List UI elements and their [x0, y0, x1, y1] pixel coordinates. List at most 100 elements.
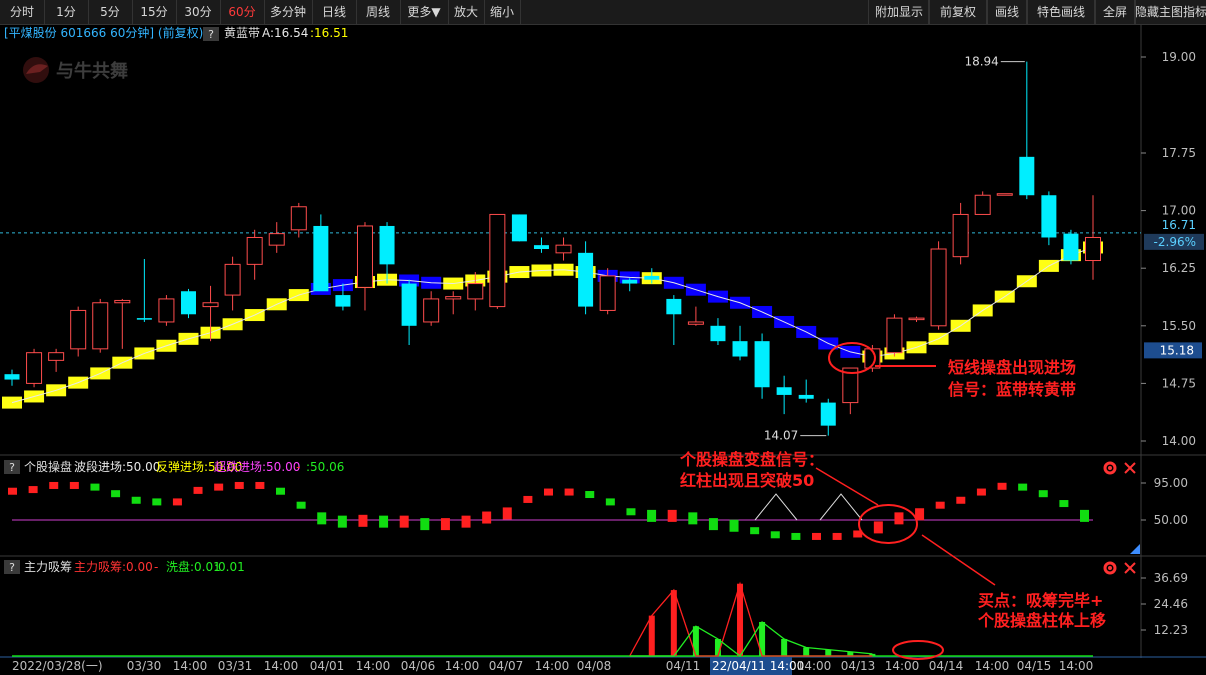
candle-body	[335, 295, 351, 307]
stock-title: [平煤股份 601666 60分钟] (前复权)	[4, 25, 203, 40]
osc-bar	[997, 482, 1007, 490]
osc-param-0: 波段进场:50.00	[74, 459, 160, 474]
osc-bar	[544, 488, 553, 496]
osc-bar	[399, 515, 409, 528]
vol-red-bar	[648, 615, 655, 656]
osc-bar	[894, 512, 904, 525]
osc-bar	[214, 483, 224, 491]
osc-bar	[832, 532, 842, 540]
osc-gear-icon-hub	[1108, 466, 1112, 470]
osc-bar	[1059, 500, 1069, 508]
change-pct-label: -2.96%	[1154, 235, 1196, 249]
vol-title: 主力吸筹	[24, 560, 72, 574]
candle-body	[511, 214, 527, 242]
osc-note-line2: 红柱出现且突破50	[680, 471, 814, 490]
candle-body	[666, 298, 682, 315]
osc-bar	[69, 481, 79, 489]
candle-body	[599, 275, 616, 311]
vol-red-bar	[737, 583, 744, 656]
osc-bar	[502, 507, 512, 520]
candle-body	[908, 317, 925, 321]
vol-param-2: 洗盘:0.01	[166, 559, 221, 574]
vol-green-bar	[781, 638, 788, 656]
candle-body	[776, 387, 792, 395]
price-tick-label-0: 19.00	[1162, 50, 1196, 64]
osc-bar	[708, 518, 718, 531]
candle-body	[622, 279, 638, 284]
osc-bar	[296, 501, 306, 509]
candle-body	[246, 236, 263, 265]
osc-bar	[873, 521, 883, 534]
osc-bar	[358, 514, 368, 527]
time-label-12: 04/11	[666, 659, 701, 673]
osc-title: 个股操盘	[24, 459, 72, 474]
osc-bar	[770, 531, 780, 539]
indicator-b-value: :16.51	[310, 26, 348, 40]
candle-body	[1019, 156, 1035, 196]
osc-bar	[440, 518, 450, 531]
current-price-label: 16.71	[1162, 218, 1196, 232]
candle-body	[4, 374, 20, 380]
osc-bar	[976, 488, 986, 496]
candle-body	[180, 291, 196, 315]
time-label-6: 14:00	[356, 659, 391, 673]
candle-body	[467, 283, 484, 300]
vol-axis-1: 24.46	[1154, 597, 1188, 611]
osc-bar	[956, 496, 966, 504]
price-tick-label-2: 17.00	[1162, 204, 1196, 218]
vol-axis-0: 36.69	[1154, 571, 1188, 585]
osc-bar	[791, 532, 801, 540]
osc-bar	[420, 518, 430, 531]
osc-bar	[193, 486, 203, 494]
time-label-1: 03/30	[127, 659, 162, 673]
osc-bar	[1038, 490, 1048, 498]
candle-body	[996, 193, 1013, 196]
candle-body	[92, 302, 109, 350]
osc-param-2: 超跌进场:50.00	[214, 459, 300, 474]
candle-body	[489, 213, 506, 308]
vol-param-3: :0.01	[214, 560, 245, 574]
osc-bar	[812, 532, 821, 540]
vol-param-1: -	[154, 560, 158, 574]
time-label-14: 14:00	[797, 659, 832, 673]
vol-red-bar	[670, 590, 677, 656]
candle-body	[533, 245, 549, 249]
candle-body	[423, 298, 440, 323]
osc-bar	[667, 509, 677, 522]
help-icon: ?	[208, 28, 214, 41]
osc-bar	[688, 512, 698, 525]
osc-bar	[276, 487, 285, 495]
time-label-7: 04/06	[401, 659, 436, 673]
osc-bar	[90, 483, 100, 491]
candle-body	[754, 341, 770, 388]
osc-bar	[379, 515, 389, 528]
candle-body	[952, 213, 969, 258]
osc-bar	[935, 501, 945, 509]
candle-body	[974, 194, 991, 215]
price-tick-label-3: 16.25	[1162, 261, 1196, 275]
main-note-line2: 信号：蓝带转黄带	[948, 380, 1076, 399]
candle-body	[48, 352, 65, 361]
candle-body	[202, 302, 219, 308]
crosshair-time-label: 22/04/11 14:00	[712, 659, 804, 673]
osc-param-4: :50.06	[306, 460, 344, 474]
time-label-17: 04/14	[929, 659, 964, 673]
candle-body	[930, 248, 947, 327]
osc-bar	[523, 495, 533, 503]
candle-body	[1063, 233, 1079, 261]
time-label-8: 14:00	[445, 659, 480, 673]
candle-body	[555, 244, 572, 254]
osc-bar	[1018, 483, 1028, 491]
vol-green-bar	[803, 647, 810, 656]
osc-bar	[8, 487, 17, 495]
candle-body	[224, 263, 241, 296]
vol-green-bar	[825, 649, 832, 656]
candle-body	[158, 298, 175, 323]
osc-bar	[337, 515, 347, 528]
osc-axis-95: 95.00	[1154, 476, 1188, 490]
vol-param-0: 主力吸筹:0.00	[74, 560, 153, 574]
time-label-19: 04/15	[1017, 659, 1052, 673]
osc-bar	[564, 488, 574, 496]
time-label-4: 14:00	[264, 659, 299, 673]
osc-bar	[28, 486, 38, 494]
